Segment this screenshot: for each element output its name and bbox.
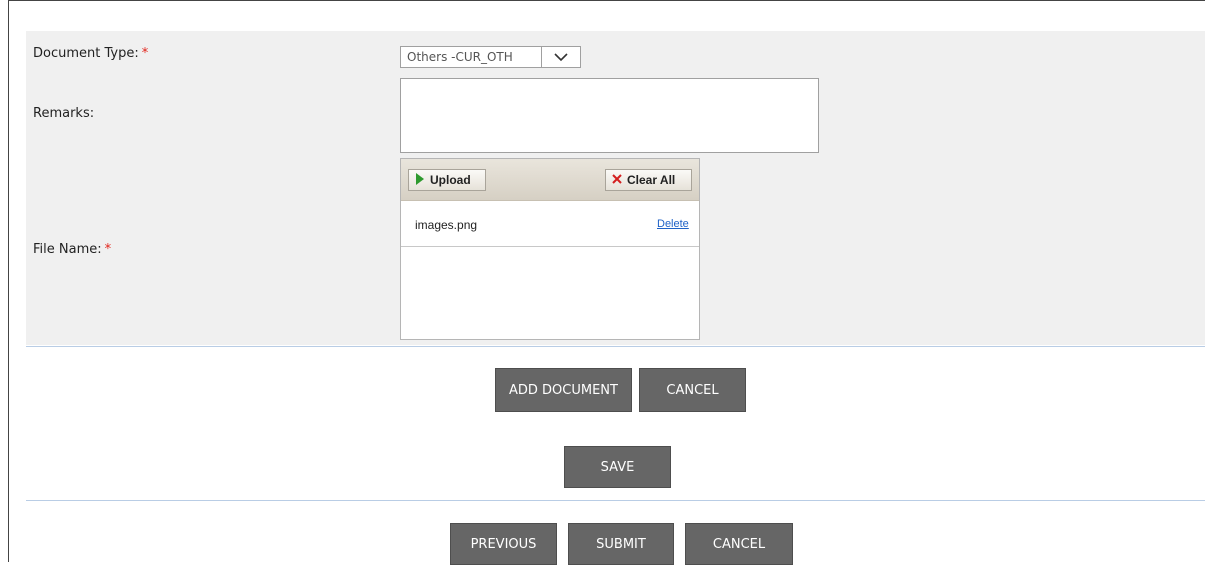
upload-button[interactable]: Upload	[408, 169, 486, 191]
uploader-toolbar: Upload Clear All	[401, 159, 699, 201]
clear-all-label: Clear All	[627, 173, 676, 187]
previous-button[interactable]: PREVIOUS	[450, 523, 557, 565]
save-button[interactable]: SAVE	[564, 446, 671, 488]
remarks-label: Remarks:	[33, 106, 95, 121]
required-marker: *	[141, 46, 149, 61]
uploaded-file-name: images.png	[415, 218, 478, 232]
required-marker: *	[104, 242, 112, 257]
add-document-button[interactable]: ADD DOCUMENT	[495, 368, 632, 412]
dropdown-button[interactable]	[541, 47, 580, 67]
clear-all-button[interactable]: Clear All	[605, 169, 692, 191]
document-type-select[interactable]: Others -CUR_OTH	[400, 46, 581, 68]
document-type-value: Others -CUR_OTH	[407, 50, 513, 64]
chevron-down-icon	[554, 53, 568, 62]
cancel-button[interactable]: CANCEL	[685, 523, 793, 565]
delete-file-link[interactable]: Delete	[657, 218, 689, 230]
submit-button[interactable]: SUBMIT	[568, 523, 674, 565]
remarks-textarea[interactable]	[400, 78, 819, 153]
divider	[26, 346, 1205, 347]
upload-icon	[415, 172, 425, 188]
file-uploader: Upload Clear All images.png Delete	[400, 158, 700, 340]
red-x-icon	[612, 173, 622, 187]
uploaded-file-row: images.png Delete	[401, 201, 699, 247]
cancel-document-button[interactable]: CANCEL	[639, 368, 746, 412]
document-type-label: Document Type: *	[33, 46, 149, 61]
upload-label: Upload	[430, 173, 471, 187]
divider	[26, 500, 1205, 501]
file-name-label: File Name: *	[33, 242, 112, 257]
